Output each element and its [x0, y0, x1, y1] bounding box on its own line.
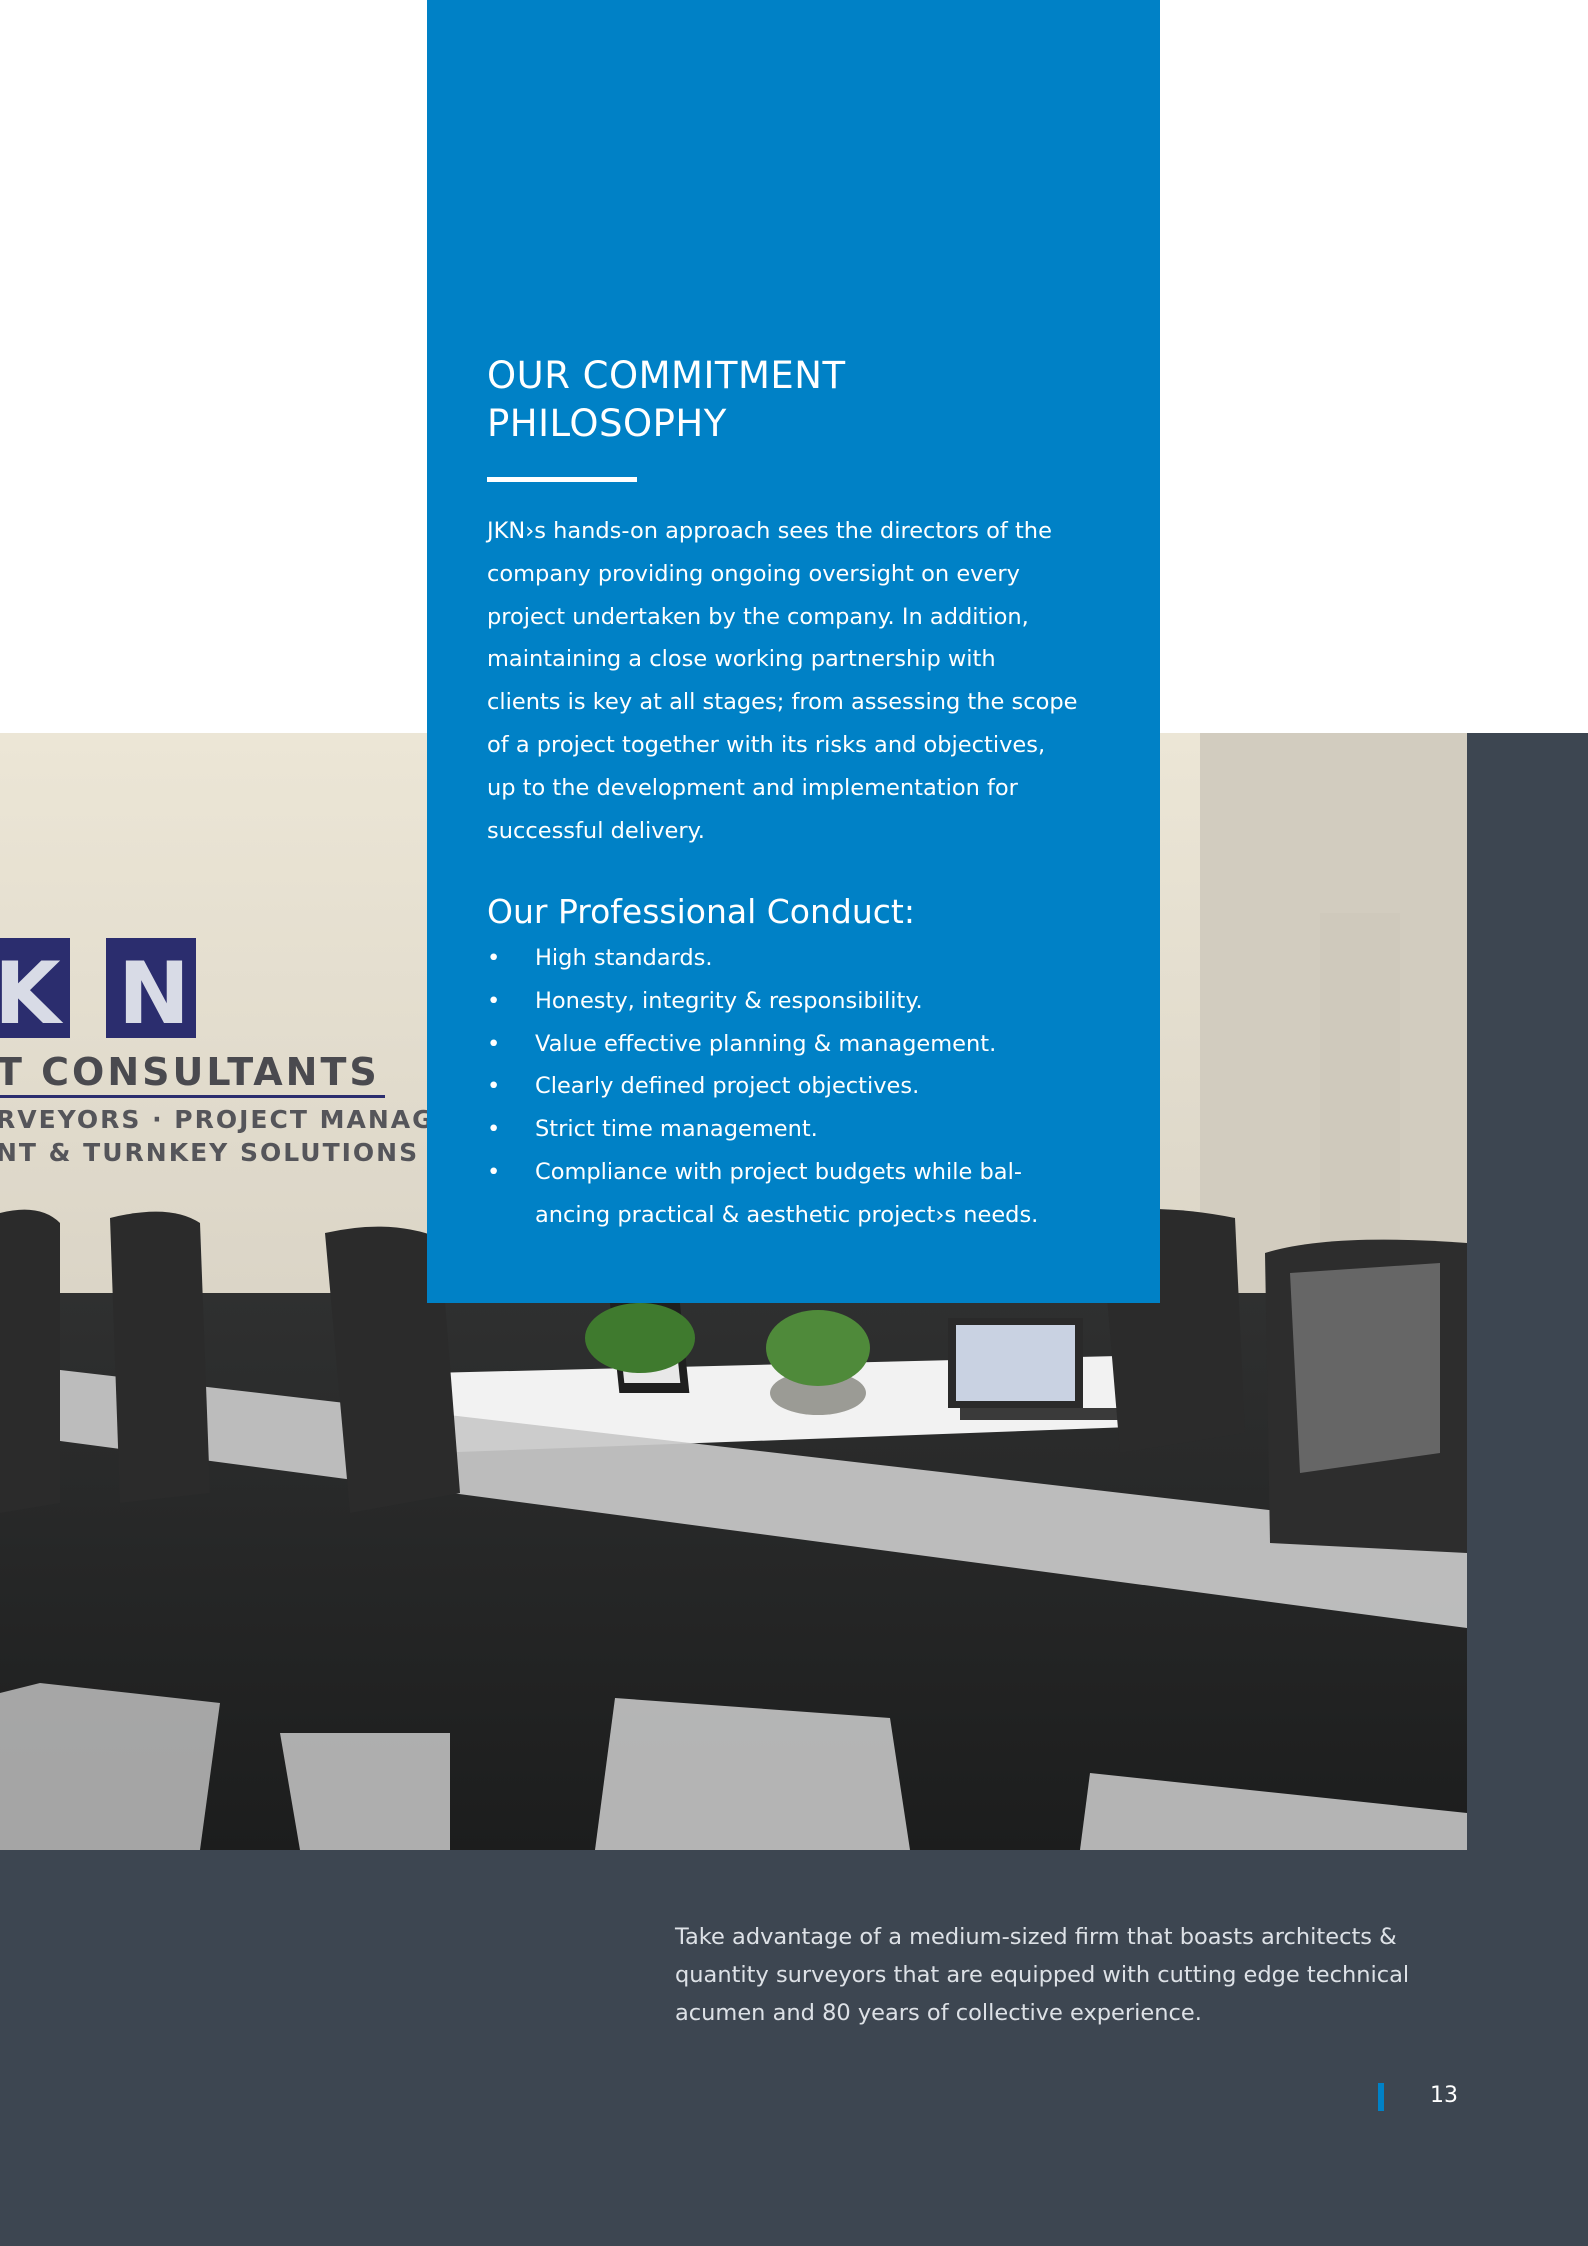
bullet-icon: •: [487, 945, 501, 971]
list-item: • Compliance with project budgets while …: [487, 1151, 1107, 1237]
list-item-text: ancing practical & aesthetic project›s n…: [535, 1201, 1039, 1228]
list-item: • High standards.: [487, 937, 1107, 980]
intro-line: successful delivery.: [487, 817, 705, 844]
logo-turnkey-line: NT & TURNKEY SOLUTIONS: [0, 1138, 419, 1167]
list-item-text: Clearly defined project objectives.: [535, 1073, 920, 1100]
logo-services-line: RVEYORS · PROJECT MANAGE: [0, 1105, 454, 1134]
list-item: • Clearly defined project objectives.: [487, 1065, 1107, 1108]
intro-paragraph: JKN›s hands-on approach sees the directo…: [487, 510, 1127, 852]
intro-line: JKN›s hands-on approach sees the directo…: [487, 518, 1052, 544]
bullet-icon: •: [487, 1116, 501, 1143]
intro-line: project undertaken by the company. In ad…: [487, 603, 1029, 630]
bullet-icon: •: [487, 1073, 501, 1100]
list-item-text: Strict time management.: [535, 1116, 818, 1143]
list-item-text: Value effective planning & management.: [535, 1030, 997, 1057]
panel-title-line: OUR COMMITMENT: [487, 354, 846, 397]
chair-1: [110, 1211, 210, 1503]
conduct-heading: Our Professional Conduct:: [487, 892, 915, 931]
laptop-right-screen: [956, 1325, 1075, 1401]
list-item-text: Compliance with project budgets while ba…: [535, 1158, 1022, 1185]
intro-line: maintaining a close working partnership …: [487, 646, 996, 673]
logo-consultants: T CONSULTANTS: [0, 1050, 380, 1094]
intro-line: of a project together with its risks and…: [487, 731, 1046, 758]
intro-line: up to the development and implementation…: [487, 774, 1018, 801]
bullet-icon: •: [487, 987, 501, 1014]
list-item: • Honesty, integrity & responsibility.: [487, 980, 1107, 1023]
intro-line: company providing ongoing oversight on e…: [487, 560, 1020, 587]
list-item: • Strict time management.: [487, 1108, 1107, 1151]
bullet-icon: •: [487, 1158, 501, 1185]
plant-left: [585, 1303, 695, 1373]
logo-letter-n: N: [118, 944, 190, 1044]
logo-underline: [0, 1095, 385, 1098]
logo-letter-k: K: [0, 944, 64, 1044]
reflection-3: [595, 1698, 910, 1850]
intro-line: clients is key at all stages; from asses…: [487, 689, 1078, 716]
panel-title-line: PHILOSOPHY: [487, 402, 727, 445]
list-item-text: Honesty, integrity & responsibility.: [535, 987, 923, 1014]
bullet-icon: •: [487, 1030, 501, 1057]
list-item: • Value effective planning & management.: [487, 1023, 1107, 1066]
conduct-list: • High standards. • Honesty, integrity &…: [487, 937, 1107, 1237]
page-number-marker: [1378, 2083, 1384, 2111]
chair-0: [0, 1209, 60, 1513]
reflection-1: [0, 1683, 220, 1850]
footer-line: Take advantage of a medium-sized firm th…: [675, 1924, 1397, 1950]
list-item-text: High standards.: [535, 945, 713, 971]
page-number: 13: [1430, 2083, 1458, 2108]
chair-4-mesh: [1290, 1263, 1440, 1473]
reflection-2: [280, 1733, 450, 1850]
panel-title: OUR COMMITMENT PHILOSOPHY: [487, 352, 1087, 448]
footer-paragraph: Take advantage of a medium-sized firm th…: [675, 1918, 1475, 2032]
footer-line: acumen and 80 years of collective experi…: [675, 2000, 1202, 2026]
plant-leaves: [766, 1310, 870, 1386]
title-divider: [487, 477, 637, 482]
footer-line: quantity surveyors that are equipped wit…: [675, 1962, 1410, 1988]
doorway: [1320, 913, 1400, 1243]
